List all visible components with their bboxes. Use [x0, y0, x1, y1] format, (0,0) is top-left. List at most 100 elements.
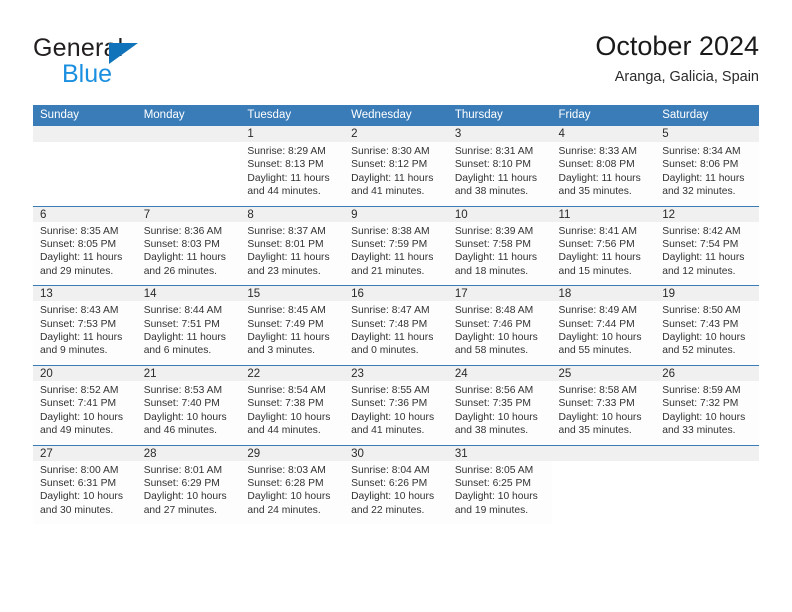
day-details: Sunrise: 8:45 AM Sunset: 7:49 PM Dayligh… — [240, 301, 345, 365]
day-cell[interactable]: 22 Sunrise: 8:54 AM Sunset: 7:38 PM Dayl… — [240, 364, 345, 445]
page-title: October 2024 — [595, 31, 759, 61]
day-details: Sunrise: 8:53 AM Sunset: 7:40 PM Dayligh… — [136, 380, 241, 445]
daylight-text-line2: and 32 minutes. — [662, 186, 736, 198]
sunrise-text: Sunrise: 8:59 AM — [662, 384, 741, 396]
day-cell[interactable]: 19 Sunrise: 8:50 AM Sunset: 7:43 PM Dayl… — [655, 285, 759, 365]
day-number: 12 — [655, 205, 759, 222]
day-details — [551, 460, 656, 523]
sunrise-text: Sunrise: 8:56 AM — [454, 384, 534, 396]
day-cell[interactable]: 3 Sunrise: 8:31 AM Sunset: 8:10 PM Dayli… — [447, 126, 552, 206]
day-cell[interactable]: 23 Sunrise: 8:55 AM Sunset: 7:36 PM Dayl… — [344, 364, 448, 445]
sunrise-text: Sunrise: 8:47 AM — [351, 305, 430, 317]
logo-text-blue: Blue — [62, 60, 113, 88]
daylight-text-line1: Daylight: 11 hours — [351, 332, 434, 344]
daylight-text-line1: Daylight: 11 hours — [351, 252, 434, 264]
day-cell[interactable]: 11 Sunrise: 8:41 AM Sunset: 7:56 PM Dayl… — [551, 205, 656, 286]
day-cell[interactable]: 9 Sunrise: 8:38 AM Sunset: 7:59 PM Dayli… — [344, 205, 448, 286]
day-number — [136, 126, 241, 142]
day-cell[interactable]: 27 Sunrise: 8:00 AM Sunset: 6:31 PM Dayl… — [33, 444, 137, 525]
day-cell[interactable]: 29 Sunrise: 8:03 AM Sunset: 6:28 PM Dayl… — [240, 444, 345, 525]
sunrise-text: Sunrise: 8:50 AM — [662, 305, 741, 317]
day-cell[interactable]: 8 Sunrise: 8:37 AM Sunset: 8:01 PM Dayli… — [240, 205, 345, 286]
sunrise-text: Sunrise: 8:31 AM — [454, 146, 534, 157]
day-number: 14 — [136, 285, 241, 302]
daylight-text-line2: and 30 minutes. — [40, 504, 114, 516]
day-details: Sunrise: 8:50 AM Sunset: 7:43 PM Dayligh… — [655, 301, 759, 365]
calendar-page: General Blue October 2024 Aranga, Galici… — [0, 0, 792, 612]
day-cell[interactable]: 20 Sunrise: 8:52 AM Sunset: 7:41 PM Dayl… — [33, 364, 137, 445]
sunrise-text: Sunrise: 8:04 AM — [351, 464, 430, 476]
day-cell[interactable]: 4 Sunrise: 8:33 AM Sunset: 8:08 PM Dayli… — [551, 126, 656, 206]
sunrise-text: Sunrise: 8:45 AM — [247, 305, 326, 317]
day-cell[interactable]: 24 Sunrise: 8:56 AM Sunset: 7:35 PM Dayl… — [447, 364, 552, 445]
sunrise-text: Sunrise: 8:41 AM — [558, 225, 637, 237]
sunrise-text: Sunrise: 8:55 AM — [351, 384, 430, 396]
daylight-text-line1: Daylight: 11 hours — [662, 252, 745, 264]
day-number: 25 — [551, 364, 656, 381]
day-cell[interactable]: 28 Sunrise: 8:01 AM Sunset: 6:29 PM Dayl… — [136, 444, 241, 525]
daylight-text-line1: Daylight: 10 hours — [143, 491, 227, 503]
day-cell[interactable]: 10 Sunrise: 8:39 AM Sunset: 7:58 PM Dayl… — [447, 205, 552, 286]
day-details: Sunrise: 8:42 AM Sunset: 7:54 PM Dayligh… — [655, 221, 759, 286]
day-cell[interactable]: 5 Sunrise: 8:34 AM Sunset: 8:06 PM Dayli… — [655, 126, 759, 206]
sunset-text: Sunset: 7:51 PM — [143, 318, 220, 330]
day-details: Sunrise: 8:54 AM Sunset: 7:38 PM Dayligh… — [240, 380, 345, 445]
day-number: 9 — [344, 205, 448, 222]
day-cell[interactable]: 25 Sunrise: 8:58 AM Sunset: 7:33 PM Dayl… — [551, 364, 656, 445]
day-cell[interactable]: 1 Sunrise: 8:29 AM Sunset: 8:13 PM Dayli… — [240, 126, 345, 206]
day-number: 26 — [655, 364, 759, 381]
day-details: Sunrise: 8:58 AM Sunset: 7:33 PM Dayligh… — [551, 380, 656, 445]
day-cell[interactable] — [136, 126, 241, 206]
day-details: Sunrise: 8:38 AM Sunset: 7:59 PM Dayligh… — [344, 221, 448, 286]
day-cell[interactable] — [551, 444, 656, 525]
day-cell[interactable]: 18 Sunrise: 8:49 AM Sunset: 7:44 PM Dayl… — [551, 285, 656, 365]
day-cell[interactable]: 14 Sunrise: 8:44 AM Sunset: 7:51 PM Dayl… — [136, 285, 241, 365]
day-cell[interactable]: 6 Sunrise: 8:35 AM Sunset: 8:05 PM Dayli… — [33, 205, 137, 286]
sunrise-text: Sunrise: 8:35 AM — [40, 225, 119, 237]
day-details: Sunrise: 8:30 AM Sunset: 8:12 PM Dayligh… — [344, 142, 448, 206]
day-cell[interactable]: 17 Sunrise: 8:48 AM Sunset: 7:46 PM Dayl… — [447, 285, 552, 365]
day-cell[interactable]: 15 Sunrise: 8:45 AM Sunset: 7:49 PM Dayl… — [240, 285, 345, 365]
day-cell[interactable]: 2 Sunrise: 8:30 AM Sunset: 8:12 PM Dayli… — [344, 126, 448, 206]
day-number: 10 — [447, 205, 552, 222]
day-cell[interactable] — [33, 126, 137, 206]
day-details: Sunrise: 8:47 AM Sunset: 7:48 PM Dayligh… — [344, 301, 448, 365]
sunset-text: Sunset: 7:43 PM — [662, 318, 739, 330]
daylight-text-line1: Daylight: 10 hours — [454, 332, 538, 344]
day-number: 30 — [344, 444, 448, 461]
day-number: 15 — [240, 285, 345, 302]
sunrise-text: Sunrise: 8:39 AM — [454, 225, 534, 237]
sunrise-text: Sunrise: 8:43 AM — [40, 305, 119, 317]
day-cell[interactable] — [655, 444, 759, 525]
day-number: 13 — [33, 285, 137, 302]
daylight-text-line2: and 38 minutes. — [454, 425, 529, 437]
daylight-text-line2: and 41 minutes. — [351, 425, 425, 437]
day-number — [551, 444, 656, 461]
daylight-text-line1: Daylight: 11 hours — [143, 252, 226, 264]
weekday-header-friday: Friday — [551, 105, 656, 126]
sunrise-text: Sunrise: 8:36 AM — [143, 225, 223, 237]
day-cell[interactable]: 13 Sunrise: 8:43 AM Sunset: 7:53 PM Dayl… — [33, 285, 137, 365]
day-details: Sunrise: 8:33 AM Sunset: 8:08 PM Dayligh… — [551, 142, 656, 206]
day-cell[interactable]: 16 Sunrise: 8:47 AM Sunset: 7:48 PM Dayl… — [344, 285, 448, 365]
daylight-text-line1: Daylight: 10 hours — [558, 411, 642, 423]
day-details: Sunrise: 8:48 AM Sunset: 7:46 PM Dayligh… — [447, 301, 552, 365]
day-cell[interactable]: 30 Sunrise: 8:04 AM Sunset: 6:26 PM Dayl… — [344, 444, 448, 525]
calendar-body: 1 Sunrise: 8:29 AM Sunset: 8:13 PM Dayli… — [33, 126, 759, 525]
logo-triangle-icon — [109, 43, 138, 64]
day-cell[interactable]: 12 Sunrise: 8:42 AM Sunset: 7:54 PM Dayl… — [655, 205, 759, 286]
day-cell[interactable]: 26 Sunrise: 8:59 AM Sunset: 7:32 PM Dayl… — [655, 364, 759, 445]
daylight-text-line2: and 0 minutes. — [351, 345, 419, 357]
day-number: 7 — [136, 205, 241, 222]
daylight-text-line1: Daylight: 10 hours — [247, 491, 331, 503]
sunrise-text: Sunrise: 8:37 AM — [247, 225, 326, 237]
daylight-text-line1: Daylight: 10 hours — [351, 491, 435, 503]
calendar-week-row: 20 Sunrise: 8:52 AM Sunset: 7:41 PM Dayl… — [33, 364, 759, 445]
day-cell[interactable]: 31 Sunrise: 8:05 AM Sunset: 6:25 PM Dayl… — [447, 444, 552, 525]
sunrise-text: Sunrise: 8:38 AM — [351, 225, 430, 237]
sunset-text: Sunset: 8:01 PM — [247, 239, 324, 251]
day-cell[interactable]: 7 Sunrise: 8:36 AM Sunset: 8:03 PM Dayli… — [136, 205, 241, 286]
daylight-text-line2: and 44 minutes. — [247, 186, 321, 198]
day-cell[interactable]: 21 Sunrise: 8:53 AM Sunset: 7:40 PM Dayl… — [136, 364, 241, 445]
sunset-text: Sunset: 7:35 PM — [454, 398, 531, 410]
